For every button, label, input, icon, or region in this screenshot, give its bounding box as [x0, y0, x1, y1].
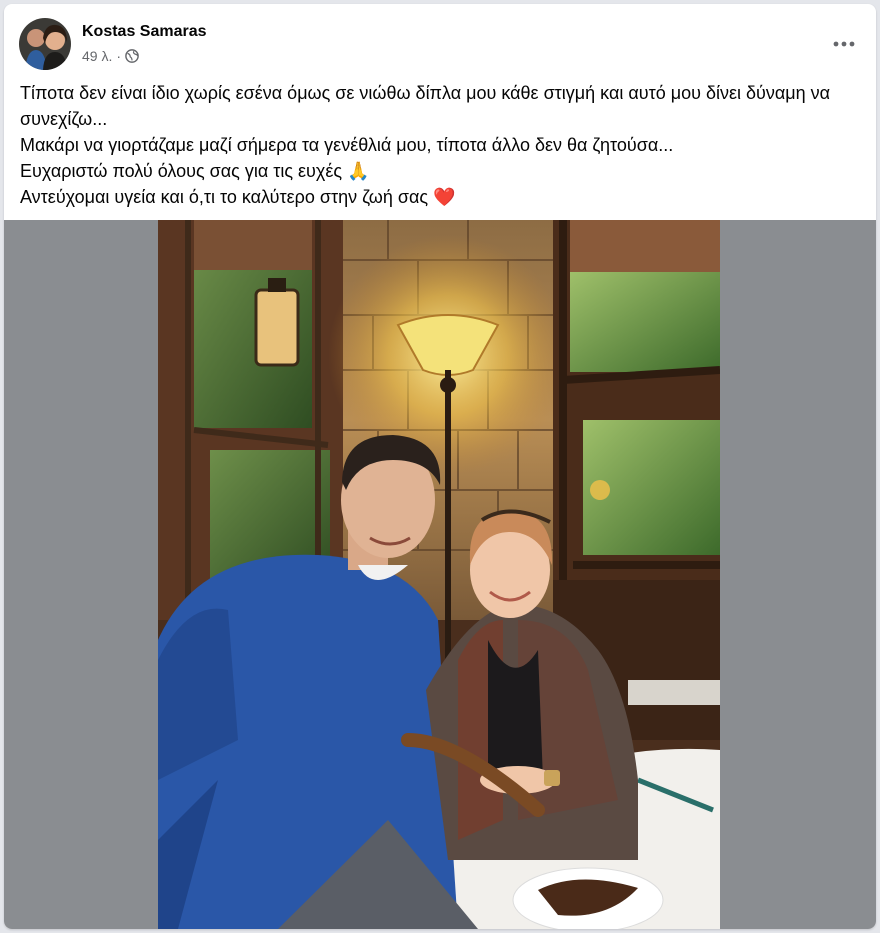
post-media-area — [4, 220, 876, 929]
more-horizontal-icon — [833, 41, 855, 47]
meta-separator: · — [116, 48, 122, 64]
post-header: Kostas Samaras 49 λ. · — [4, 4, 876, 72]
post-text: Τίποτα δεν είναι ίδιο χωρίς εσένα όμως σ… — [20, 80, 860, 210]
post-meta: 49 λ. · — [82, 48, 139, 64]
post-text-line: Μακάρι να γιορτάζαμε μαζί σήμερα τα γενέ… — [20, 135, 674, 155]
post-text-line: Τίποτα δεν είναι ίδιο χωρίς εσένα όμως σ… — [20, 83, 831, 129]
post-card: Kostas Samaras 49 λ. · Τίποτα δεν είναι … — [4, 4, 876, 929]
more-options-button[interactable] — [826, 26, 862, 62]
post-text-line: Αντεύχομαι υγεία και ό,τι το καλύτερο στ… — [20, 187, 456, 207]
author-name[interactable]: Kostas Samaras — [82, 23, 207, 41]
author-avatar[interactable] — [19, 18, 71, 70]
globe-icon[interactable] — [125, 49, 139, 63]
post-timestamp[interactable]: 49 λ. — [82, 48, 112, 64]
post-text-line: Ευχαριστώ πολύ όλους σας για τις ευχές 🙏 — [20, 161, 370, 181]
post-photo[interactable] — [158, 220, 720, 929]
